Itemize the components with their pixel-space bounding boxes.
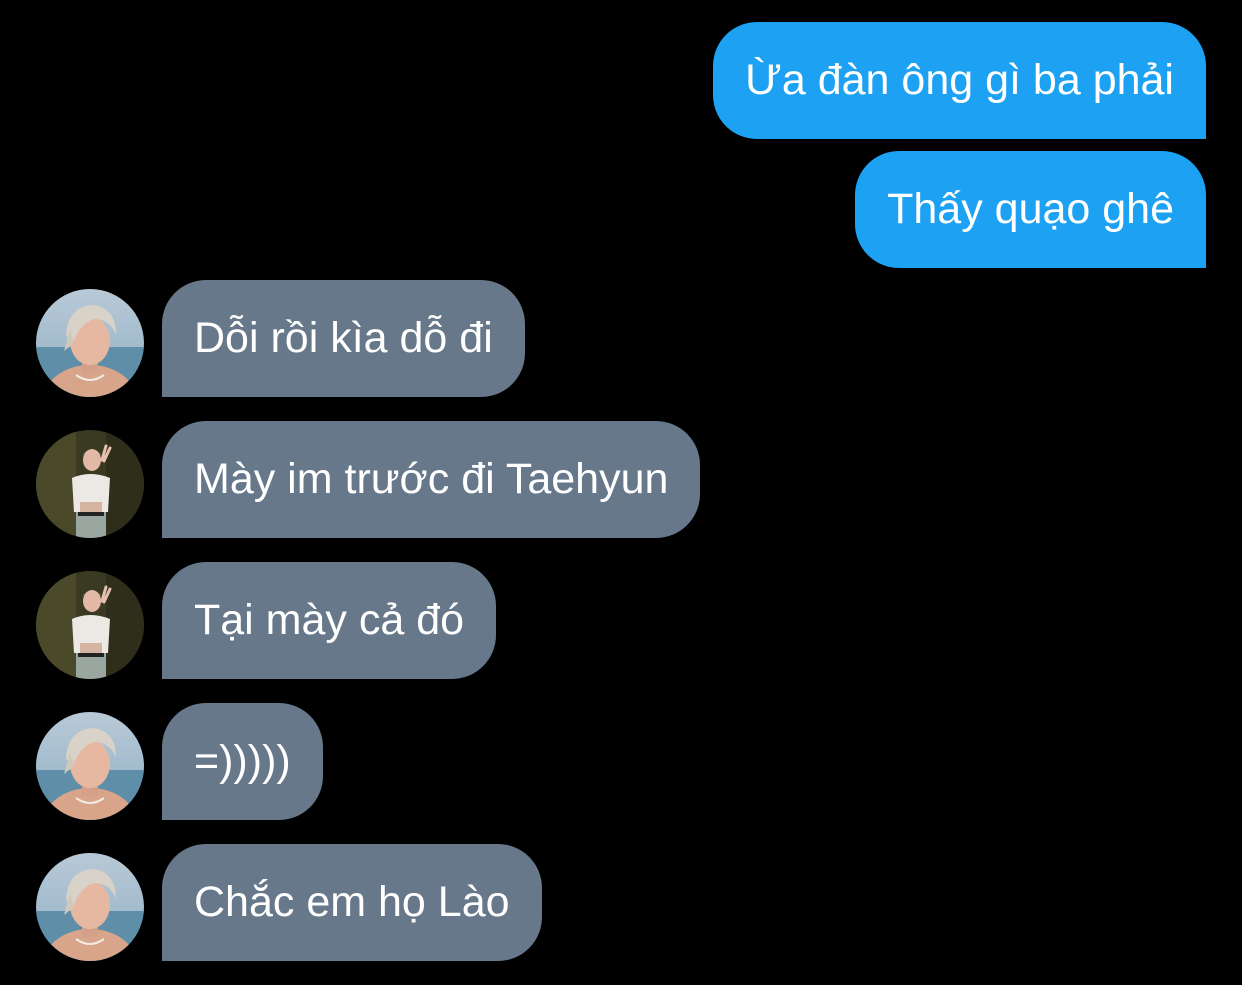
- message-text: Mày im trước đi Taehyun: [194, 455, 669, 503]
- avatar-blond-beach[interactable]: [36, 853, 144, 961]
- message-bubble-sent[interactable]: Thấy quạo ghê: [855, 151, 1206, 268]
- message-text: Thấy quạo ghê: [887, 185, 1174, 233]
- message-text: Ừa đàn ông gì ba phải: [745, 56, 1174, 104]
- message-row-sent: Ừa đàn ông gì ba phải: [0, 22, 1242, 139]
- message-row-received: =))))): [0, 703, 1242, 820]
- message-row-received: Dỗi rồi kìa dỗ đi: [0, 280, 1242, 397]
- message-text: Chắc em họ Lào: [194, 878, 510, 926]
- message-text: Tại mày cả đó: [194, 596, 465, 644]
- message-bubble-received[interactable]: =))))): [162, 703, 323, 820]
- message-bubble-received[interactable]: Tại mày cả đó: [162, 562, 497, 679]
- message-bubble-sent[interactable]: Ừa đàn ông gì ba phải: [713, 22, 1206, 139]
- avatar-blond-beach[interactable]: [36, 712, 144, 820]
- message-row-received: Tại mày cả đó: [0, 562, 1242, 679]
- message-bubble-received[interactable]: Dỗi rồi kìa dỗ đi: [162, 280, 525, 397]
- message-row-sent: Thấy quạo ghê: [0, 151, 1242, 268]
- message-text: =))))): [194, 737, 291, 785]
- message-text: Dỗi rồi kìa dỗ đi: [194, 314, 493, 362]
- message-row-received: Mày im trước đi Taehyun: [0, 421, 1242, 538]
- message-bubble-received[interactable]: Chắc em họ Lào: [162, 844, 542, 961]
- message-row-received: Chắc em họ Lào: [0, 844, 1242, 961]
- avatar-peace-sign[interactable]: [36, 430, 144, 538]
- avatar-blond-beach[interactable]: [36, 289, 144, 397]
- avatar-peace-sign[interactable]: [36, 571, 144, 679]
- message-bubble-received[interactable]: Mày im trước đi Taehyun: [162, 421, 701, 538]
